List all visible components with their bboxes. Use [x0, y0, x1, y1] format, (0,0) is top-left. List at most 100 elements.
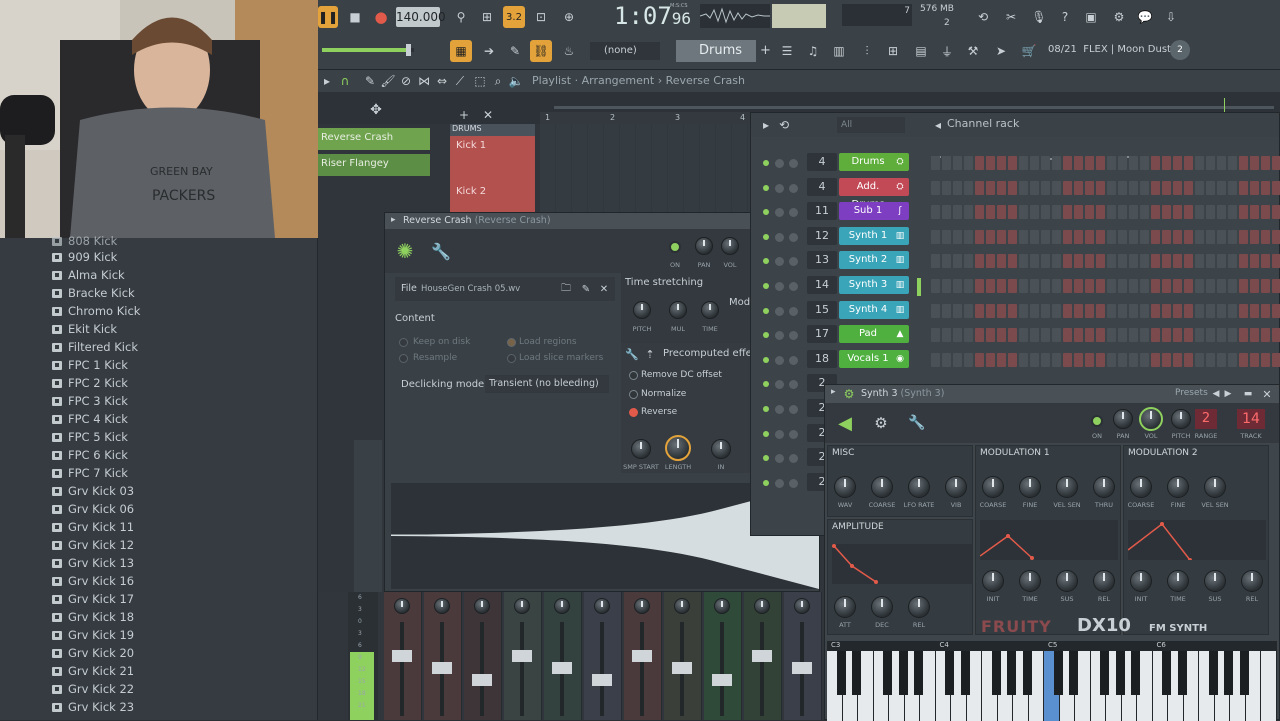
channel-pan-knob[interactable]: [775, 478, 784, 488]
piano-roll-icon[interactable]: ♫: [802, 40, 824, 62]
piano-black-key[interactable]: [1007, 651, 1017, 695]
track-reverse-crash[interactable]: Reverse Crash: [318, 128, 430, 150]
step-button[interactable]: [1151, 328, 1160, 343]
step-button[interactable]: [1184, 352, 1193, 367]
step-button[interactable]: [1261, 352, 1270, 367]
step-button[interactable]: [1184, 156, 1193, 170]
magnet-icon[interactable]: ∩: [338, 73, 352, 89]
step-button[interactable]: [1129, 352, 1138, 367]
countdown-icon[interactable]: 3.2: [503, 6, 525, 28]
step-button[interactable]: [1019, 279, 1028, 293]
channel-enable-led[interactable]: [763, 160, 769, 166]
step-button[interactable]: [964, 254, 973, 269]
step-button[interactable]: [1272, 352, 1280, 367]
reverse-radio[interactable]: [629, 408, 638, 417]
step-button[interactable]: [1151, 229, 1160, 244]
step-button[interactable]: [931, 303, 940, 318]
tools-icon[interactable]: ⚒: [962, 40, 984, 62]
step-button[interactable]: [1096, 205, 1105, 220]
piano-black-key[interactable]: [1239, 651, 1249, 695]
step-button[interactable]: [1096, 156, 1105, 170]
step-button[interactable]: [1228, 279, 1237, 293]
step-button[interactable]: [942, 156, 951, 170]
thru-knob[interactable]: [1093, 476, 1115, 498]
step-button[interactable]: [1173, 352, 1182, 367]
select-icon[interactable]: ⬚: [472, 73, 488, 89]
speaker-icon[interactable]: 🔈: [508, 73, 524, 89]
piano-black-key[interactable]: [898, 651, 908, 695]
step-button[interactable]: [1162, 205, 1171, 220]
step-button[interactable]: [1074, 328, 1083, 343]
step-button[interactable]: [1118, 180, 1127, 195]
slip-icon[interactable]: ⇔: [434, 73, 450, 89]
step-button[interactable]: [953, 254, 962, 269]
step-button[interactable]: [1030, 180, 1039, 195]
channel-enable-led[interactable]: [763, 455, 769, 462]
mod2-envelope-display[interactable]: [1127, 520, 1266, 562]
wrench-tab-icon[interactable]: 🔧: [905, 411, 929, 435]
mixer-fader[interactable]: [712, 674, 732, 686]
browser-item[interactable]: FPC 1 Kick: [52, 356, 128, 374]
step-button[interactable]: [1206, 279, 1215, 293]
step-button[interactable]: [1129, 205, 1138, 220]
step-button[interactable]: [986, 156, 995, 170]
coarse-knob[interactable]: [1130, 476, 1152, 498]
step-button[interactable]: [1250, 156, 1259, 170]
browser-item[interactable]: Chromo Kick: [52, 302, 140, 320]
dx10-titlebar[interactable]: ▸ ⚙ Synth 3 (Synth 3) Presets ◀ ▶ ▬ ✕: [825, 385, 1279, 403]
step-button[interactable]: [1173, 180, 1182, 195]
step-button[interactable]: [942, 352, 951, 367]
step-button[interactable]: [1019, 156, 1028, 170]
step-button[interactable]: [1217, 254, 1226, 269]
browser-item[interactable]: FPC 5 Kick: [52, 428, 128, 446]
step-button[interactable]: [1173, 328, 1182, 343]
record-button[interactable]: ●: [370, 6, 392, 28]
step-button[interactable]: [1008, 180, 1017, 195]
playlist-grid[interactable]: [540, 124, 770, 214]
open-folder-icon[interactable]: 🗀: [559, 282, 573, 296]
channel-pan-knob[interactable]: [775, 405, 784, 414]
step-button[interactable]: [1085, 156, 1094, 170]
step-button[interactable]: [1008, 156, 1017, 170]
mixer-pan-knob[interactable]: [794, 598, 810, 614]
step-button[interactable]: [1030, 328, 1039, 343]
metronome-icon[interactable]: ⚲: [450, 6, 472, 28]
minimize-icon[interactable]: ▬: [1243, 387, 1253, 401]
stamp-icon[interactable]: ♨: [558, 40, 580, 62]
step-button[interactable]: [1195, 328, 1204, 343]
step-button[interactable]: [1184, 279, 1193, 293]
step-button[interactable]: [1008, 279, 1017, 293]
coarse-knob[interactable]: [871, 476, 893, 498]
step-button[interactable]: [1272, 180, 1280, 195]
step-button[interactable]: [1052, 180, 1061, 195]
link-icon[interactable]: ⛓: [530, 40, 552, 62]
step-button[interactable]: [1239, 205, 1248, 220]
step-button[interactable]: [1063, 254, 1072, 269]
mixer-pan-knob[interactable]: [474, 598, 490, 614]
step-button[interactable]: [1217, 180, 1226, 195]
wav-knob[interactable]: [834, 476, 856, 498]
step-button[interactable]: [1030, 156, 1039, 170]
browser-item[interactable]: FPC 3 Kick: [52, 392, 128, 410]
step-button[interactable]: [1096, 328, 1105, 343]
step-button[interactable]: [997, 328, 1006, 343]
close-file-icon[interactable]: ✕: [597, 282, 611, 296]
step-button[interactable]: [1239, 303, 1248, 318]
step-button[interactable]: [1206, 328, 1215, 343]
step-button[interactable]: [953, 352, 962, 367]
step-button[interactable]: [1085, 180, 1094, 195]
step-button[interactable]: [1063, 352, 1072, 367]
step-button[interactable]: [975, 279, 984, 293]
piano-black-key[interactable]: [1100, 651, 1110, 695]
channel-volume-knob[interactable]: [789, 380, 798, 390]
time-knob[interactable]: [701, 301, 719, 319]
browser-item[interactable]: Grv Kick 20: [52, 644, 134, 662]
mixer-fader[interactable]: [472, 674, 492, 686]
step-button[interactable]: [1261, 303, 1270, 318]
step-button[interactable]: [931, 352, 940, 367]
cart-icon[interactable]: 🛒: [1018, 40, 1040, 62]
step-button[interactable]: [1217, 352, 1226, 367]
step-button[interactable]: [1140, 180, 1149, 195]
step-button[interactable]: [1041, 279, 1050, 293]
piano-black-key[interactable]: [960, 651, 970, 695]
